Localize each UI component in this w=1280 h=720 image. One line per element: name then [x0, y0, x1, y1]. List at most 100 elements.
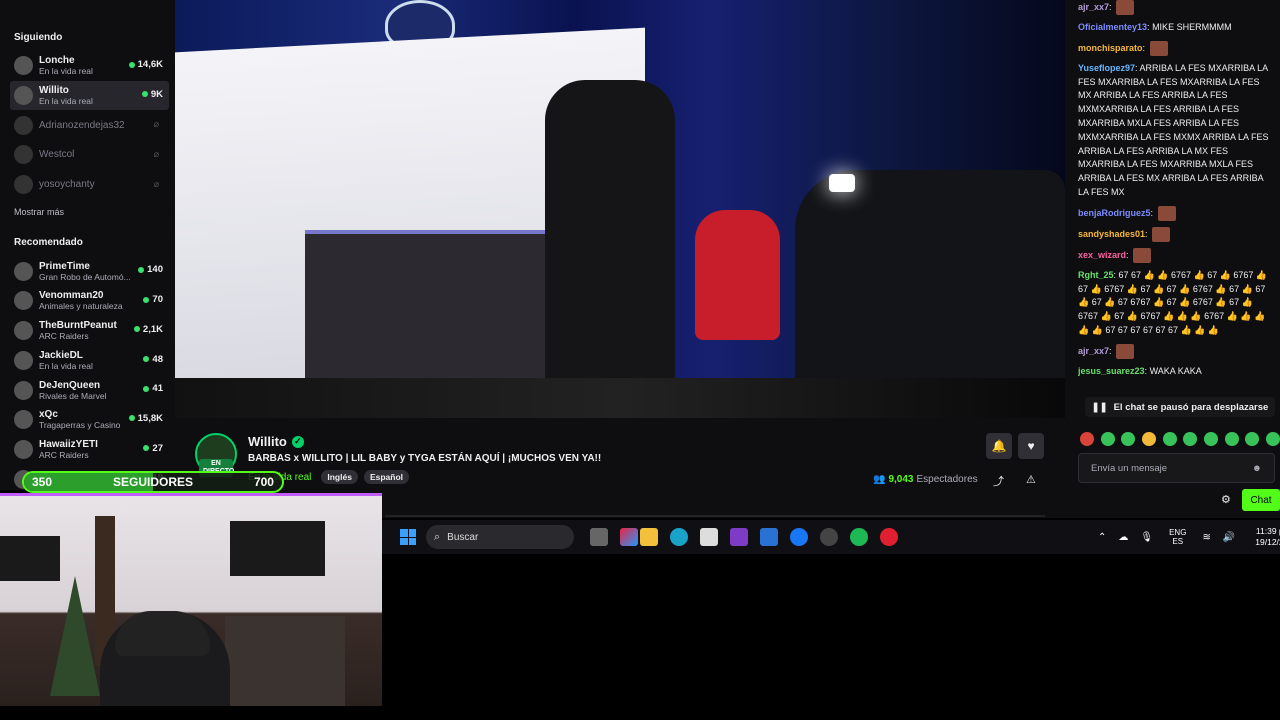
chat-message: ajr_xx7: [1078, 343, 1275, 359]
sidebar-channel-willito[interactable]: Willito En la vida real 9K [10, 80, 169, 111]
task-view-icon[interactable] [590, 528, 608, 546]
volume-icon[interactable]: 🔊 [1223, 532, 1235, 543]
emote-icon[interactable] [1121, 432, 1136, 446]
screen: Siguiendo Lonche En la vida real 14,6K Will… [0, 0, 1280, 720]
offline-icon: ⌀ [153, 178, 159, 189]
chat-username[interactable]: sandyshades01 [1078, 229, 1145, 239]
emote-icon[interactable] [1100, 432, 1115, 446]
sidebar-channel-venomman20[interactable]: Venomman20 Animales y naturaleza 70 [10, 286, 169, 316]
chat-username[interactable]: ajr_xx7 [1078, 2, 1109, 12]
channel-name: Lonche [39, 55, 75, 67]
channel-category: Rivales de Marvel [39, 390, 107, 401]
tag-espanol[interactable]: Español [363, 470, 409, 484]
channel-category: En la vida real [39, 66, 93, 77]
emote-icon[interactable] [1203, 432, 1218, 446]
store-icon[interactable] [700, 528, 718, 546]
chrome-icon[interactable] [820, 528, 838, 546]
app-red-icon[interactable] [880, 528, 898, 546]
taskbar-search[interactable]: ⌕ Buscar [426, 525, 574, 549]
wifi-icon[interactable]: ≋ [1202, 532, 1210, 543]
spotify-icon[interactable] [850, 528, 868, 546]
emote-icon[interactable] [1162, 432, 1177, 446]
language-indicator[interactable]: ENG ES [1169, 528, 1186, 546]
chat-username[interactable]: Oficialmentey13 [1078, 22, 1147, 32]
avatar [14, 350, 33, 370]
emote-icon[interactable] [1183, 432, 1198, 446]
sidebar-channel-lonche[interactable]: Lonche En la vida real 14,6K [10, 51, 169, 81]
viewer-number: 15,8K [137, 412, 163, 424]
chat-username[interactable]: Yuseflopez97 [1078, 63, 1135, 73]
sidebar-channel-yosoychanty[interactable]: yosoychanty ⌀ [10, 170, 169, 200]
microphone-icon[interactable]: 🎙 [1140, 532, 1153, 543]
avatar [14, 291, 33, 311]
avatar [14, 175, 33, 195]
chat-message: sandyshades01: [1078, 226, 1275, 242]
clock[interactable]: 11:39 p. m. 19/12/2025 [1255, 526, 1280, 548]
chat-paused-banner[interactable]: ❚❚ El chat se pausó para desplazarse [1085, 397, 1275, 417]
sidebar-channel-xqc[interactable]: xQc Tragaperras y Casino 15,8K [10, 405, 169, 435]
channel-text: DeJenQueen Rivales de Marvel [39, 380, 135, 401]
chat-username[interactable]: jesus_suarez23 [1078, 366, 1145, 376]
channel-category: Animales y naturaleza [39, 301, 123, 312]
streamer-name[interactable]: Willito [248, 434, 287, 449]
follow-heart-icon[interactable]: ♥ [1018, 433, 1044, 459]
avatar [14, 86, 33, 106]
live-dot-icon [143, 356, 150, 362]
cloud-icon[interactable]: ☁ [1118, 532, 1128, 543]
follower-goal-bar: 350 SEGUIDORES 700 [22, 471, 284, 493]
avatar [14, 56, 33, 76]
app-icon[interactable] [730, 528, 748, 546]
chat-settings-gear-icon[interactable]: ⚙ [1221, 493, 1231, 506]
sidebar-channel-jackiedl[interactable]: JackieDL En la vida real 48 [10, 346, 169, 376]
chat-username[interactable]: benjaRodriguez5 [1078, 208, 1151, 218]
chat-send-button[interactable]: Chat [1242, 489, 1280, 511]
windows-start-icon[interactable] [400, 529, 416, 545]
chat-username[interactable]: ajr_xx7 [1078, 346, 1109, 356]
chat-username[interactable]: monchisparato [1078, 43, 1143, 53]
mail-icon[interactable] [760, 528, 778, 546]
report-warning-icon[interactable]: ⚠ [1026, 473, 1036, 486]
chat-username[interactable]: Rght_25 [1078, 270, 1114, 280]
chat-messages[interactable]: ajr_xx7: Oficialmentey13: MIKE SHERMMMM m… [1078, 0, 1275, 420]
chat-input[interactable]: Envía un mensaje ☻ [1078, 453, 1275, 483]
live-dot-icon [128, 61, 135, 68]
sidebar-channel-adrianozendejas32[interactable]: Adrianozendejas32 ⌀ [10, 110, 169, 140]
chat-input-placeholder: Envía un mensaje [1091, 462, 1168, 474]
video-player[interactable] [175, 0, 1065, 418]
emoji-picker-icon[interactable]: ☻ [1252, 463, 1262, 474]
share-icon[interactable]: ⤴ [993, 473, 1004, 489]
sidebar-channel-theburntpeanut[interactable]: TheBurntPeanut ARC Raiders 2,1K [10, 316, 169, 346]
live-dot-icon [138, 266, 145, 273]
chat-username[interactable]: xex_wizard [1078, 250, 1126, 260]
sidebar-channel-hawaiizyeti[interactable]: HawaiizYETI ARC Raiders 27 [10, 435, 169, 465]
show-more-link[interactable]: Mostrar más [14, 207, 169, 223]
tag-ingles[interactable]: Inglés [321, 470, 358, 484]
channel-name: JackieDL [39, 349, 83, 361]
offline-icon: ⌀ [153, 149, 159, 160]
chat-separator: : [1145, 228, 1151, 239]
chevron-up-icon[interactable]: ⌃ [1098, 532, 1106, 543]
channel-name: Westcol [39, 149, 75, 161]
edge-icon[interactable] [670, 528, 688, 546]
sidebar-channel-westcol[interactable]: Westcol ⌀ [10, 140, 169, 170]
emote-icon[interactable] [1265, 432, 1280, 446]
viewer-number: 9,043 [888, 474, 914, 485]
emote-icon[interactable] [1245, 432, 1260, 446]
avatar [14, 321, 33, 341]
page-scrollbar[interactable] [385, 515, 1045, 517]
emote-icon[interactable] [1141, 432, 1156, 446]
chat-separator: : [1126, 249, 1132, 260]
viewer-count: 14,6K [128, 59, 163, 70]
emote-icon[interactable] [1224, 432, 1239, 446]
avatar [14, 439, 33, 459]
chat-message: ajr_xx7: [1078, 0, 1275, 15]
emote-icon[interactable] [1080, 432, 1094, 446]
sidebar-channel-dejenqueen[interactable]: DeJenQueen Rivales de Marvel 41 [10, 375, 169, 405]
live-dot-icon [133, 326, 140, 333]
sidebar-channel-primetime[interactable]: PrimeTime Gran Robo de Automó... 140 [10, 256, 169, 286]
copilot-icon[interactable] [620, 528, 638, 546]
notification-bell-icon[interactable]: 🔔 [986, 433, 1012, 459]
facebook-icon[interactable] [790, 528, 808, 546]
file-explorer-icon[interactable] [640, 528, 658, 546]
cam-christmas-tree [50, 576, 100, 696]
